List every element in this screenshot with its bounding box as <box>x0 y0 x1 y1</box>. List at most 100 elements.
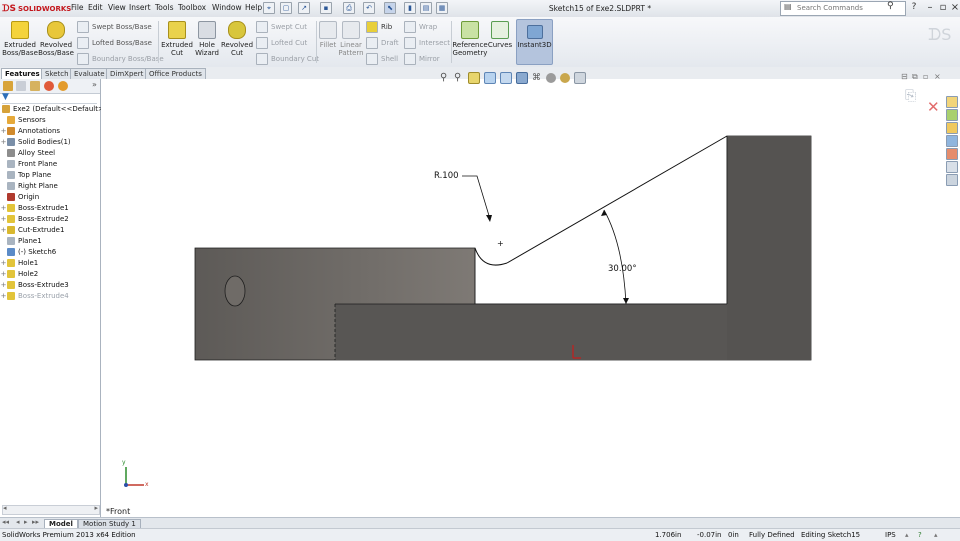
search-icon[interactable]: ⚲ <box>887 1 894 11</box>
expand-icon[interactable]: + <box>0 214 7 225</box>
print-icon[interactable]: ⎙ <box>343 2 355 14</box>
menu-edit[interactable]: Edit <box>88 3 103 12</box>
curves-button[interactable]: Curves <box>486 21 514 49</box>
apply-scene-icon[interactable] <box>560 73 570 83</box>
panel-scrollbar[interactable]: ◂ ▸ <box>2 504 100 515</box>
swept-boss-button[interactable]: Swept Boss/Base <box>77 21 152 33</box>
tree-item[interactable]: + Annotations <box>0 126 60 137</box>
lofted-cut-button[interactable]: Lofted Cut <box>256 37 307 49</box>
solidworks-logo[interactable]: ᗪS SOLIDWORKS <box>2 2 71 15</box>
swept-cut-button[interactable]: Swept Cut <box>256 21 307 33</box>
tree-item[interactable]: Origin <box>0 192 39 203</box>
linear-pattern-button[interactable]: Linear Pattern <box>338 21 364 57</box>
view-palette-icon[interactable] <box>946 148 958 160</box>
viewport-close-icon[interactable]: × <box>934 72 941 81</box>
viewport-restore-icon[interactable]: ⧉ <box>912 72 918 82</box>
menu-insert[interactable]: Insert <box>129 3 151 12</box>
expand-icon[interactable]: + <box>0 280 7 291</box>
extruded-boss-button[interactable]: Extruded Boss/Base <box>1 21 39 57</box>
tree-item[interactable]: (-) Sketch6 <box>0 247 56 258</box>
tab-scroll-next-icon[interactable]: ▸ <box>24 518 28 526</box>
previous-view-icon[interactable] <box>468 72 480 84</box>
wrap-button[interactable]: Wrap <box>404 21 437 33</box>
shell-button[interactable]: Shell <box>366 53 398 65</box>
tree-item[interactable]: Sensors <box>0 115 46 126</box>
menu-file[interactable]: File <box>71 3 84 12</box>
boundary-cut-button[interactable]: Boundary Cut <box>256 53 319 65</box>
rebuild-icon[interactable]: ▮ <box>404 2 416 14</box>
minimize-icon[interactable]: – <box>924 2 936 14</box>
property-manager-icon[interactable] <box>16 81 26 91</box>
dimxpert-manager-icon[interactable] <box>44 81 54 91</box>
expand-icon[interactable]: + <box>0 126 7 137</box>
undo-icon[interactable]: ↶ <box>363 2 375 14</box>
tree-item[interactable]: Alloy Steel <box>0 148 55 159</box>
search-box[interactable]: ▤ ⚲ <box>780 1 906 16</box>
expand-icon[interactable]: + <box>0 269 7 280</box>
design-library-icon[interactable] <box>946 109 958 121</box>
scroll-right-icon[interactable]: ▸ <box>94 504 98 512</box>
save-icon[interactable]: ▪ <box>320 2 332 14</box>
expand-arrow-icon[interactable]: » <box>92 80 97 89</box>
tab-scroll-first-icon[interactable]: ◂◂ <box>2 518 9 526</box>
exit-sketch-icon[interactable]: ⎘ <box>905 88 916 104</box>
cancel-sketch-icon[interactable]: ✕ <box>927 98 940 116</box>
scroll-left-icon[interactable]: ◂ <box>3 504 7 512</box>
viewport-maximize-icon[interactable]: ▫ <box>923 72 928 81</box>
reference-geometry-button[interactable]: Reference Geometry <box>452 21 488 57</box>
tree-item[interactable]: + Solid Bodies(1) <box>0 137 71 148</box>
graphics-area[interactable]: + R.100 30.00° y x ⊟ ⧉ ▫ × ⎘ ✕ *Front <box>101 72 960 517</box>
tree-item[interactable]: Front Plane <box>0 159 57 170</box>
menu-toolbox[interactable]: Toolbox <box>178 3 206 12</box>
tree-item[interactable]: + Hole1 <box>0 258 38 269</box>
tab-scroll-prev-icon[interactable]: ◂ <box>16 518 20 526</box>
revolved-cut-button[interactable]: Revolved Cut <box>218 21 256 57</box>
instant3d-button[interactable]: Instant3D <box>516 19 553 65</box>
search-input[interactable] <box>795 3 889 13</box>
expand-icon[interactable]: + <box>0 203 7 214</box>
appearances-icon[interactable] <box>946 161 958 173</box>
close-icon[interactable]: × <box>949 2 960 14</box>
rib-button[interactable]: Rib <box>366 21 392 33</box>
fillet-button[interactable]: Fillet <box>316 21 340 49</box>
file-properties-icon[interactable]: ▤ <box>420 2 432 14</box>
draft-button[interactable]: Draft <box>366 37 399 49</box>
display-manager-icon[interactable] <box>58 81 68 91</box>
tree-root[interactable]: Exe2 (Default<<Default>_ <box>0 104 107 115</box>
tree-item[interactable]: Right Plane <box>0 181 58 192</box>
tree-item[interactable]: + Boss-Extrude3 <box>0 280 69 291</box>
rebuild-status-icon[interactable]: ? <box>918 529 922 541</box>
unit-system[interactable]: IPS <box>885 529 896 541</box>
resources-icon[interactable] <box>946 96 958 108</box>
intersect-button[interactable]: Intersect <box>404 37 450 49</box>
tree-item[interactable]: + Boss-Extrude2 <box>0 214 69 225</box>
tree-item[interactable]: + Cut-Extrude1 <box>0 225 64 236</box>
part-drawing[interactable]: + <box>101 79 960 517</box>
search-category-icon[interactable]: ▤ <box>784 2 792 11</box>
edit-appearance-icon[interactable] <box>546 73 556 83</box>
select-icon[interactable]: ⬉ <box>384 2 396 14</box>
expand-icon[interactable]: + <box>0 137 7 148</box>
sketch-arc[interactable] <box>474 247 508 266</box>
new-document-icon[interactable]: ▢ <box>280 2 292 14</box>
tree-item[interactable]: Plane1 <box>0 236 42 247</box>
open-icon[interactable]: ↗ <box>298 2 310 14</box>
search-tab-icon[interactable] <box>946 135 958 147</box>
radius-dimension[interactable]: R.100 <box>434 171 459 181</box>
units-menu-icon[interactable]: ▴ <box>905 529 909 541</box>
restore-icon[interactable]: ▫ <box>937 2 949 14</box>
status-expand-icon[interactable]: ▴ <box>934 529 938 541</box>
help-icon[interactable]: ? <box>908 2 920 14</box>
pin-icon[interactable]: ⌖ <box>263 2 275 14</box>
expand-icon[interactable]: + <box>0 258 7 269</box>
section-view-icon[interactable] <box>484 72 496 84</box>
menu-help[interactable]: Help <box>245 3 262 12</box>
tree-item[interactable]: + Boss-Extrude4 <box>0 291 69 302</box>
angle-dimension-arc[interactable] <box>603 209 627 305</box>
menu-view[interactable]: View <box>108 3 126 12</box>
expand-icon[interactable]: + <box>0 291 7 302</box>
tree-item[interactable]: + Hole2 <box>0 269 38 280</box>
menu-tools[interactable]: Tools <box>155 3 173 12</box>
zoom-to-fit-icon[interactable]: ⚲ <box>440 73 450 83</box>
boundary-boss-button[interactable]: Boundary Boss/Base <box>77 53 164 65</box>
